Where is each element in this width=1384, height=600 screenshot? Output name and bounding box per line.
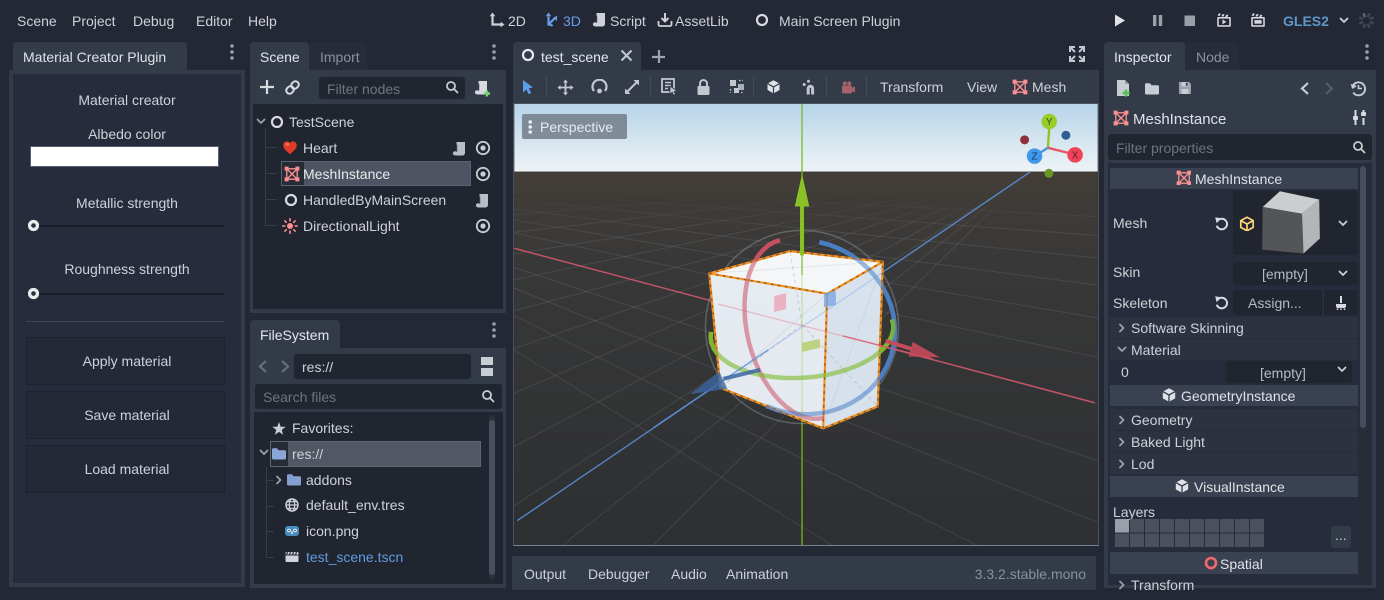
svg-text:Z: Z (1032, 152, 1038, 163)
svg-text:X: X (1072, 150, 1079, 161)
svg-text:Y: Y (1046, 117, 1053, 128)
